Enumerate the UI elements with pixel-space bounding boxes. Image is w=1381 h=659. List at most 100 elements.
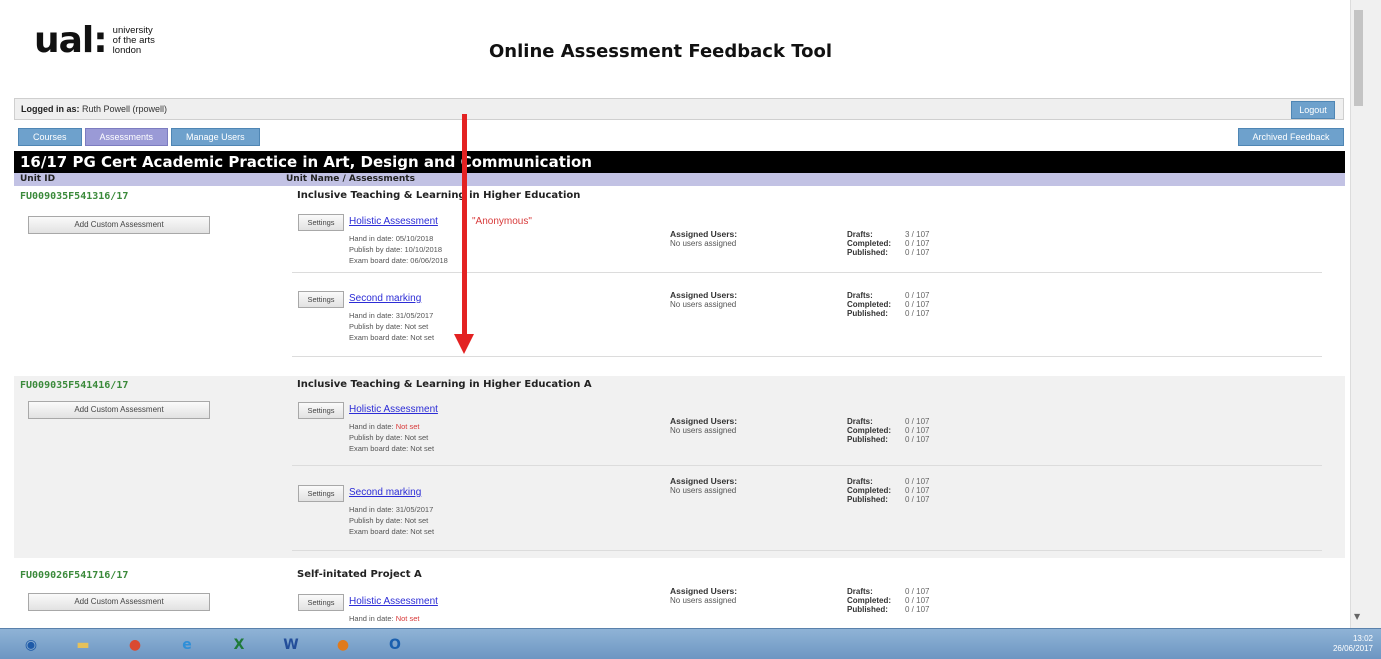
drafts-value: 0 / 107 [905, 417, 930, 426]
unit-id: FU009035F541416/17 [20, 380, 129, 391]
page: ual: university of the arts london Onlin… [0, 0, 1350, 628]
drafts-value: 3 / 107 [905, 230, 930, 239]
assessment-link[interactable]: Holistic Assessment [349, 596, 438, 607]
assessment-row: Settings Holistic Assessment Hand in dat… [292, 587, 1322, 628]
col-unit-name: Unit Name / Assessments [286, 174, 415, 184]
assessment-link[interactable]: Second marking [349, 487, 421, 498]
assessment-link[interactable]: Holistic Assessment [349, 404, 438, 415]
settings-button[interactable]: Settings [298, 402, 344, 419]
assessment-link[interactable]: Holistic Assessment [349, 216, 438, 227]
drafts-value: 0 / 107 [905, 291, 930, 300]
logo-text: university of the arts london [112, 25, 155, 56]
exam-board-label: Exam board date: [349, 527, 409, 536]
unit-name: Self-initated Project A [297, 569, 422, 580]
exam-board-label: Exam board date: [349, 444, 409, 453]
anonymous-flag: "Anonymous" [472, 216, 532, 227]
tab-courses[interactable]: Courses [18, 128, 82, 146]
published-value: 0 / 107 [905, 309, 930, 318]
hand-in-label: Hand in date: [349, 505, 394, 514]
assessment-stats: Drafts: 0 / 107 Completed: 0 / 107 Publish… [847, 477, 929, 504]
chrome-icon[interactable]: ● [114, 632, 156, 657]
unit-name: Inclusive Teaching & Learning in Higher … [297, 190, 581, 201]
completed-label: Completed: [847, 596, 891, 605]
clock-date: 26/06/2017 [1332, 644, 1373, 653]
course-title: 16/17 PG Cert Academic Practice in Art, … [14, 151, 1345, 173]
start-button-icon[interactable]: ◉ [10, 632, 52, 657]
archived-feedback-button[interactable]: Archived Feedback [1238, 128, 1344, 146]
assessment-link[interactable]: Second marking [349, 293, 421, 304]
logo-mark: ual: [34, 20, 108, 61]
add-custom-assessment-button[interactable]: Add Custom Assessment [28, 593, 210, 611]
page-title: Online Assessment Feedback Tool [489, 41, 832, 62]
hand-in-label: Hand in date: [349, 234, 394, 243]
published-label: Published: [847, 605, 888, 614]
settings-button[interactable]: Settings [298, 485, 344, 502]
logout-button[interactable]: Logout [1291, 101, 1335, 119]
assigned-users: Assigned Users: No users assigned [670, 416, 738, 436]
completed-value: 0 / 107 [905, 239, 930, 248]
assigned-users-value: No users assigned [670, 486, 737, 495]
unit-id: FU009035F541316/17 [20, 191, 129, 202]
assigned-users: Assigned Users: No users assigned [670, 476, 738, 496]
tab-manage-users[interactable]: Manage Users [171, 128, 260, 146]
settings-button[interactable]: Settings [298, 291, 344, 308]
assessment-row: Settings Second marking Hand in date: 31… [292, 477, 1322, 551]
logo-line: of the arts [112, 34, 155, 46]
completed-label: Completed: [847, 300, 891, 309]
published-label: Published: [847, 495, 888, 504]
assigned-users: Assigned Users: No users assigned [670, 230, 737, 249]
publish-by-label: Publish by date: [349, 433, 403, 442]
clock-time: 13:02 [1352, 634, 1373, 643]
assessment-stats: Drafts: 3 / 107 Completed: 0 / 107 Publish… [847, 230, 929, 257]
publish-by-date: Not set [404, 322, 429, 331]
internet-explorer-icon[interactable]: e [166, 632, 208, 657]
completed-label: Completed: [847, 486, 891, 495]
assigned-users-value: No users assigned [670, 300, 737, 309]
hand-in-label: Hand in date: [349, 422, 394, 431]
unit-block: FU009035F541316/17 Add Custom Assessment… [14, 187, 1345, 373]
assigned-users-value: No users assigned [670, 426, 737, 435]
unit-id: FU009026F541716/17 [20, 570, 129, 581]
drafts-label: Drafts: [847, 477, 873, 486]
exam-board-date: Not set [410, 444, 435, 453]
hand-in-label: Hand in date: [349, 614, 394, 623]
hand-in-date: 31/05/2017 [395, 311, 434, 320]
excel-icon[interactable]: X [218, 632, 260, 657]
assigned-users-label: Assigned Users: [670, 290, 738, 300]
system-tray-clock[interactable]: 13:02 26/06/2017 [1333, 634, 1373, 654]
assessment-dates: Hand in date: 31/05/2017 Publish by date… [349, 310, 434, 343]
hand-in-label: Hand in date: [349, 311, 394, 320]
publish-by-label: Publish by date: [349, 322, 403, 331]
assigned-users-value: No users assigned [670, 239, 737, 248]
drafts-value: 0 / 107 [905, 587, 930, 596]
annotation-arrow-shaft [462, 114, 467, 336]
assessment-stats: Drafts: 0 / 107 Completed: 0 / 107 Publish… [847, 587, 929, 614]
folder-icon[interactable]: ▬ [62, 632, 104, 657]
assigned-users-label: Assigned Users: [670, 416, 738, 426]
login-user: Ruth Powell (rpowell) [82, 104, 168, 114]
publish-by-date: Not set [404, 433, 429, 442]
scroll-down-arrow-icon[interactable]: ▼ [1354, 612, 1360, 621]
add-custom-assessment-button[interactable]: Add Custom Assessment [28, 216, 210, 234]
drafts-label: Drafts: [847, 291, 873, 300]
scrollbar-thumb[interactable] [1354, 10, 1363, 106]
windows-taskbar: ◉ ▬ ● e X W ● O 13:02 26/06/2017 [0, 628, 1381, 659]
settings-button[interactable]: Settings [298, 214, 344, 231]
unit-block: FU009026F541716/17 Add Custom Assessment… [14, 566, 1345, 628]
firefox-icon[interactable]: ● [322, 632, 364, 657]
vertical-scrollbar[interactable]: ▼ [1350, 0, 1381, 628]
login-label: Logged in as: [21, 104, 80, 114]
publish-by-label: Publish by date: [349, 245, 403, 254]
assessment-stats: Drafts: 0 / 107 Completed: 0 / 107 Publish… [847, 417, 929, 444]
outlook-icon[interactable]: O [374, 632, 416, 657]
exam-board-label: Exam board date: [349, 333, 409, 342]
assigned-users-label: Assigned Users: [670, 586, 738, 596]
assigned-users-value: No users assigned [670, 596, 737, 605]
assigned-users: Assigned Users: No users assigned [670, 290, 738, 310]
hand-in-date: Not set [395, 614, 420, 623]
tab-assessments[interactable]: Assessments [84, 128, 169, 146]
assigned-users-label: Assigned Users: [670, 476, 738, 486]
settings-button[interactable]: Settings [298, 594, 344, 611]
word-icon[interactable]: W [270, 632, 312, 657]
add-custom-assessment-button[interactable]: Add Custom Assessment [28, 401, 210, 419]
